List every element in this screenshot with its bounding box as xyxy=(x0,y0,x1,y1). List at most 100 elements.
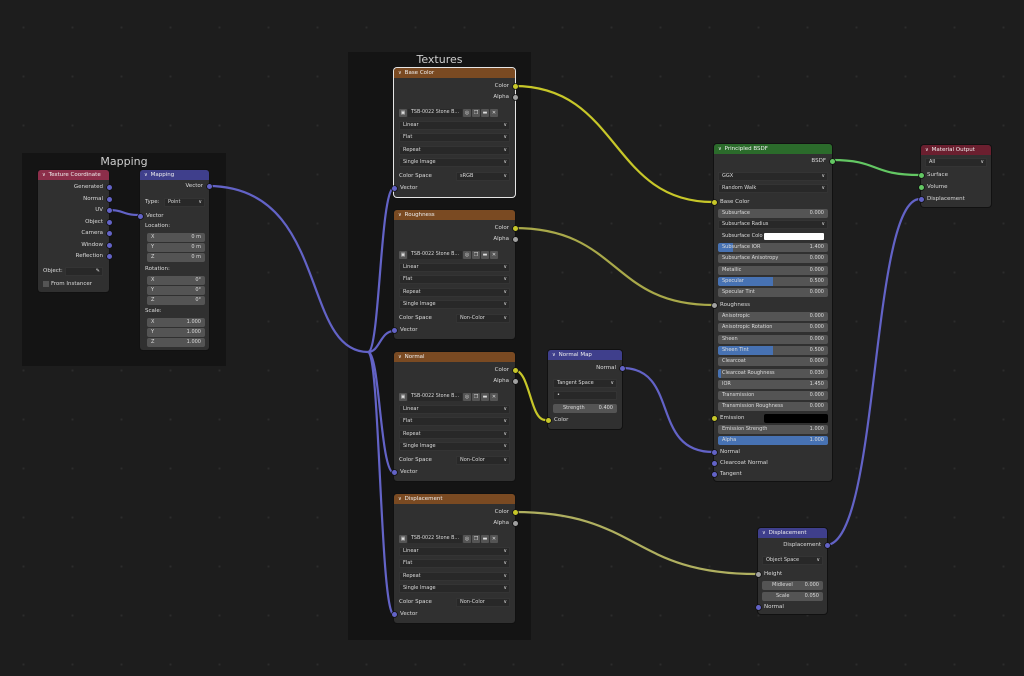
chevron-down-icon[interactable]: ∨ xyxy=(925,147,929,153)
socket-icon[interactable] xyxy=(711,302,717,308)
socket-icon[interactable] xyxy=(512,520,518,526)
interpolation-dropdown[interactable]: Linear ∨ xyxy=(399,547,510,556)
material-output-node[interactable]: ∨ Material Output All ∨ Surface Volume Dis… xyxy=(918,145,991,207)
emission-strength-field[interactable]: Emission Strength 1.000 xyxy=(718,425,828,434)
close-icon[interactable]: ✕ xyxy=(490,108,498,117)
socket-icon[interactable] xyxy=(391,611,397,617)
eyedropper-icon[interactable]: ✎ xyxy=(96,267,100,276)
image-name[interactable]: TSB-0022 Stone B... xyxy=(408,250,462,259)
fake-user-icon[interactable]: ◎ xyxy=(463,108,471,117)
socket-icon[interactable] xyxy=(206,183,212,189)
fake-user-icon[interactable]: ◎ xyxy=(463,392,471,401)
socket-icon[interactable] xyxy=(512,509,518,515)
fake-user-icon[interactable]: ◎ xyxy=(463,250,471,259)
extension-dropdown[interactable]: Repeat ∨ xyxy=(399,430,510,439)
socket-icon[interactable] xyxy=(711,449,717,455)
texture-header[interactable]: ∨ Displacement xyxy=(394,494,515,504)
bsdf-field-subsurface[interactable]: Subsurface 0.000 xyxy=(718,209,828,218)
bsdf-field-ior[interactable]: IOR 1.450 xyxy=(718,379,828,389)
image-texture-node-displacement[interactable]: ∨ Displacement Color Alpha ▣ TSB-0022 Sto… xyxy=(391,494,518,623)
folder-icon[interactable]: ▬ xyxy=(481,108,489,117)
principled-bsdf-header[interactable]: ∨ Principled BSDF xyxy=(714,144,832,154)
image-texture-node-normal[interactable]: ∨ Normal Color Alpha ▣ TSB-0022 Stone B..… xyxy=(391,352,518,481)
projection-dropdown[interactable]: Flat ∨ xyxy=(399,559,510,568)
from-instancer-checkbox[interactable]: From Instancer xyxy=(43,280,92,289)
close-icon[interactable]: ✕ xyxy=(490,392,498,401)
displacement-header[interactable]: ∨ Displacement xyxy=(758,528,827,538)
socket-icon[interactable] xyxy=(512,83,518,89)
rotation-z[interactable]: Z 0° xyxy=(147,296,205,305)
image-browse-icon[interactable]: ▣ xyxy=(399,392,407,401)
image-browse-icon[interactable]: ▣ xyxy=(399,534,407,543)
interpolation-dropdown[interactable]: Linear ∨ xyxy=(399,263,510,272)
texture-header[interactable]: ∨ Roughness xyxy=(394,210,515,220)
socket-icon[interactable] xyxy=(619,365,625,371)
interpolation-dropdown[interactable]: Linear ∨ xyxy=(399,405,510,414)
strength-field[interactable]: Strength 0.400 xyxy=(553,404,617,413)
alpha-field[interactable]: Alpha 1.000 xyxy=(718,436,828,445)
checkbox-icon[interactable] xyxy=(43,280,49,287)
source-dropdown[interactable]: Single Image ∨ xyxy=(399,584,510,593)
socket-icon[interactable] xyxy=(512,367,518,373)
socket-icon[interactable] xyxy=(918,184,924,190)
bsdf-field-sheen-tint[interactable]: Sheen Tint 0.500 xyxy=(718,345,828,355)
color-swatch[interactable] xyxy=(764,232,824,240)
bsdf-field-clearcoat-roughness[interactable]: Clearcoat Roughness 0.030 xyxy=(718,368,828,378)
normal-map-header[interactable]: ∨ Normal Map xyxy=(548,350,622,360)
color-space-dropdown[interactable]: Non-Color ∨ xyxy=(456,314,510,323)
bsdf-field-subsurface-radius[interactable]: Subsurface Radius ∨ xyxy=(718,220,828,230)
folder-icon[interactable]: ▬ xyxy=(481,534,489,543)
image-texture-node-base-color[interactable]: ∨ Base Color Color Alpha ▣ TSB-0022 Stone… xyxy=(391,68,518,197)
chevron-down-icon[interactable]: ∨ xyxy=(718,146,722,152)
location-x[interactable]: X0 m xyxy=(147,233,205,242)
mapping-node[interactable]: ∨ Mapping Vector Type: Point ∨ Vector Loca… xyxy=(137,170,212,350)
displacement-node[interactable]: ∨ Displacement Displacement Object Space ∨… xyxy=(755,528,830,614)
image-name[interactable]: TSB-0022 Stone B... xyxy=(408,534,462,543)
rotation-y[interactable]: Y 0° xyxy=(147,286,205,295)
socket-icon[interactable] xyxy=(918,172,924,178)
projection-dropdown[interactable]: Flat ∨ xyxy=(399,275,510,284)
socket-icon[interactable] xyxy=(106,207,112,213)
socket-icon[interactable] xyxy=(391,327,397,333)
texture-header[interactable]: ∨ Normal xyxy=(394,352,515,362)
bsdf-field-anisotropic-rotation[interactable]: Anisotropic Rotation 0.000 xyxy=(718,323,828,333)
image-name[interactable]: TSB-0022 Stone B... xyxy=(408,392,462,401)
socket-icon[interactable] xyxy=(711,471,717,477)
socket-icon[interactable] xyxy=(137,213,143,219)
socket-icon[interactable] xyxy=(755,571,761,577)
chevron-down-icon[interactable]: ∨ xyxy=(398,496,402,502)
image-selector[interactable]: ▣ TSB-0022 Stone B... ◎ ❐ ▬ ✕ xyxy=(399,392,498,401)
projection-dropdown[interactable]: Flat ∨ xyxy=(399,133,510,142)
color-space-dropdown[interactable]: sRGB ∨ xyxy=(456,172,510,181)
duplicate-icon[interactable]: ❐ xyxy=(472,534,480,543)
fake-user-icon[interactable]: ◎ xyxy=(463,534,471,543)
location-z[interactable]: Z0 m xyxy=(147,253,205,262)
socket-icon[interactable] xyxy=(918,196,924,202)
material-output-header[interactable]: ∨ Material Output xyxy=(921,145,991,155)
chevron-down-icon[interactable]: ∨ xyxy=(144,172,148,178)
duplicate-icon[interactable]: ❐ xyxy=(472,108,480,117)
chevron-down-icon[interactable]: ∨ xyxy=(552,352,556,358)
socket-icon[interactable] xyxy=(711,199,717,205)
rotation-x[interactable]: X 0° xyxy=(147,276,205,285)
bsdf-field-transmission-roughness[interactable]: Transmission Roughness 0.000 xyxy=(718,402,828,412)
projection-dropdown[interactable]: Flat ∨ xyxy=(399,417,510,426)
socket-icon[interactable] xyxy=(829,158,835,164)
scale-x[interactable]: X 1.000 xyxy=(147,318,205,327)
texture-coordinate-header[interactable]: ∨ Texture Coordinate xyxy=(38,170,109,180)
socket-icon[interactable] xyxy=(106,219,112,225)
image-selector[interactable]: ▣ TSB-0022 Stone B... ◎ ❐ ▬ ✕ xyxy=(399,534,498,543)
image-name[interactable]: TSB-0022 Stone B... xyxy=(408,108,462,117)
duplicate-icon[interactable]: ❐ xyxy=(472,250,480,259)
socket-icon[interactable] xyxy=(391,185,397,191)
chevron-down-icon[interactable]: ∨ xyxy=(762,530,766,536)
image-texture-node-roughness[interactable]: ∨ Roughness Color Alpha ▣ TSB-0022 Stone … xyxy=(391,210,518,339)
texture-coordinate-node[interactable]: ∨ Texture Coordinate Generated Normal UV … xyxy=(38,170,112,292)
scale-y[interactable]: Y 1.000 xyxy=(147,328,205,337)
extension-dropdown[interactable]: Repeat ∨ xyxy=(399,288,510,297)
folder-icon[interactable]: ▬ xyxy=(481,250,489,259)
interpolation-dropdown[interactable]: Linear ∨ xyxy=(399,121,510,130)
midlevel-field[interactable]: Midlevel 0.000 xyxy=(762,581,823,590)
texture-header[interactable]: ∨ Base Color xyxy=(394,68,515,78)
socket-icon[interactable] xyxy=(106,230,112,236)
